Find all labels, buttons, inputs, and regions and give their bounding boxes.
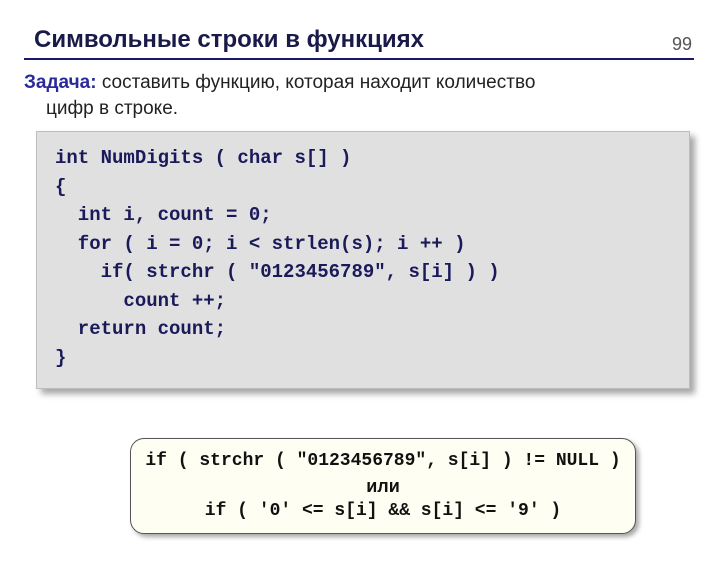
- task-text: Задача: составить функцию, которая наход…: [24, 70, 694, 121]
- code-l7: return count;: [55, 318, 226, 340]
- code-l5: if( strchr ( "0123456789", s[i] ) ): [55, 261, 500, 283]
- task-line2: цифр в строке.: [46, 96, 694, 122]
- page-number: 99: [672, 34, 692, 55]
- callout-line1: if ( strchr ( "0123456789", s[i] ) != NU…: [139, 449, 627, 474]
- code-l2: {: [55, 176, 66, 198]
- task-label: Задача:: [24, 72, 97, 93]
- callout-line2: if ( '0' <= s[i] && s[i] <= '9' ): [139, 499, 627, 524]
- slide-title: Символьные строки в функциях: [34, 26, 720, 54]
- callout-or: или: [139, 474, 627, 499]
- callout-box: if ( strchr ( "0123456789", s[i] ) != NU…: [130, 438, 636, 534]
- code-l6: count ++;: [55, 290, 226, 312]
- code-l8: }: [55, 347, 66, 369]
- code-l1: int NumDigits ( char s[] ): [55, 147, 351, 169]
- code-l4: for ( i = 0; i < strlen(s); i ++ ): [55, 233, 465, 255]
- code-block: int NumDigits ( char s[] ) { int i, coun…: [36, 131, 690, 389]
- title-rule: [24, 58, 694, 60]
- task-line1: составить функцию, которая находит колич…: [97, 72, 536, 93]
- code-l3: int i, count = 0;: [55, 204, 272, 226]
